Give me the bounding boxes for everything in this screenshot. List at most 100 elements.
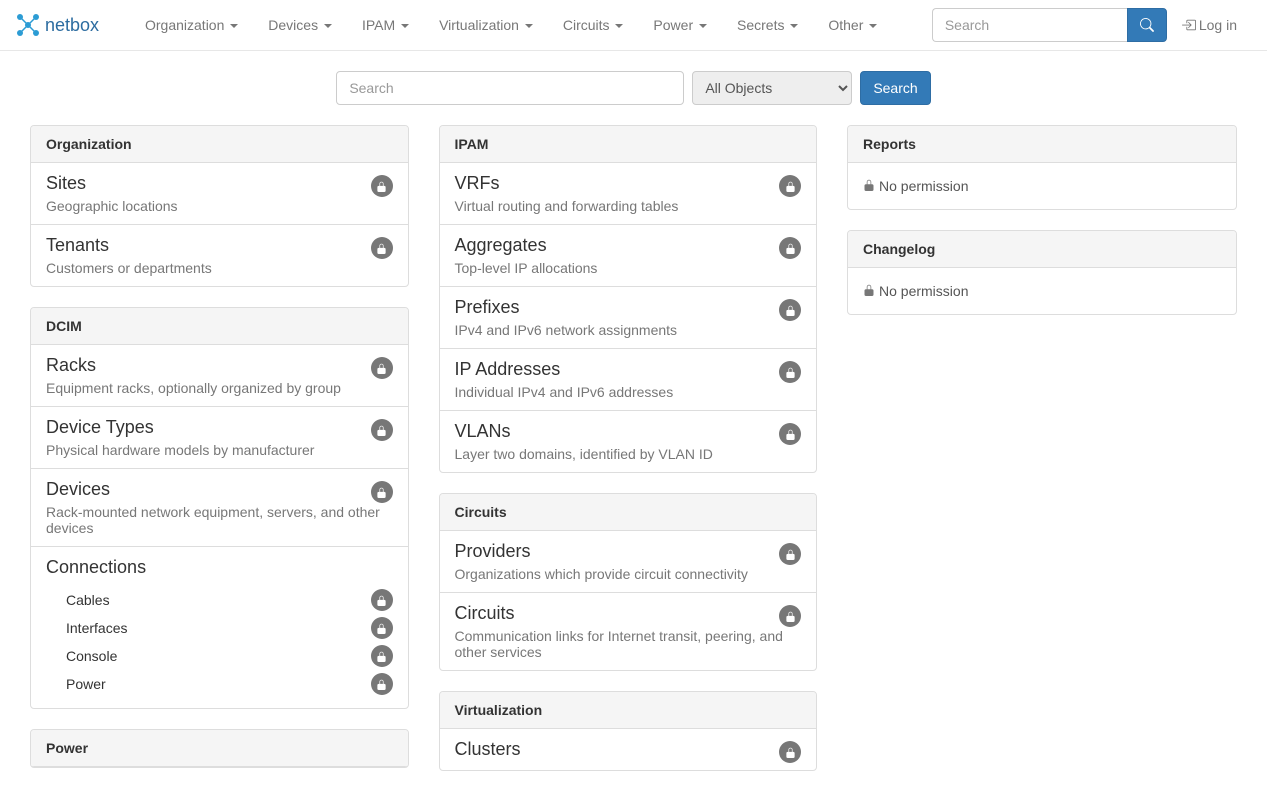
caret-icon [869,24,877,28]
main-search-button[interactable]: Search [860,71,930,105]
list-item[interactable]: Sites Geographic locations [31,163,408,224]
navbar: netbox Organization Devices IPAM Virtual… [0,0,1267,51]
panel-heading: Power [31,730,408,767]
item-desc: Geographic locations [46,198,393,214]
item-desc: Customers or departments [46,260,393,276]
caret-icon [525,24,533,28]
item-desc: IPv4 and IPv6 network assignments [455,322,802,338]
list-item[interactable]: Providers Organizations which provide ci… [440,531,817,592]
list-item[interactable]: Prefixes IPv4 and IPv6 network assignmen… [440,286,817,348]
lock-icon [371,237,393,259]
list-item: Connections Cables Interfaces [31,546,408,708]
caret-icon [401,24,409,28]
item-title: Prefixes [455,297,802,318]
no-permission-text: No permission [879,178,968,194]
caret-icon [699,24,707,28]
list-item[interactable]: Tenants Customers or departments [31,224,408,286]
panel-body: No permission [848,163,1236,209]
item-title: Tenants [46,235,393,256]
lock-icon [779,543,801,565]
object-type-select[interactable]: All Objects [692,71,852,105]
caret-icon [230,24,238,28]
panel-heading: Organization [31,126,408,163]
item-desc: Layer two domains, identified by VLAN ID [455,446,802,462]
nav-secrets[interactable]: Secrets [722,0,813,50]
nav-power[interactable]: Power [638,0,722,50]
panel-virtualization: Virtualization Clusters [439,691,818,771]
item-desc: Top-level IP allocations [455,260,802,276]
nav-other[interactable]: Other [813,0,892,50]
lock-icon [371,673,393,695]
panel-circuits: Circuits Providers Organizations which p… [439,493,818,671]
right-column: Reports No permission Changelog No permi… [847,125,1237,335]
nav-circuits[interactable]: Circuits [548,0,639,50]
item-desc: Organizations which provide circuit conn… [455,566,802,582]
item-title: Providers [455,541,802,562]
nav-search-form [932,8,1167,42]
item-title: Racks [46,355,393,376]
item-desc: Rack-mounted network equipment, servers,… [46,504,393,536]
nav-ipam[interactable]: IPAM [347,0,424,50]
list-item[interactable]: VLANs Layer two domains, identified by V… [440,410,817,472]
caret-icon [324,24,332,28]
login-label: Log in [1199,17,1237,33]
brand-logo[interactable]: netbox [15,0,130,50]
nav-search-input[interactable] [932,8,1127,42]
main-search-input[interactable] [336,71,684,105]
lock-icon [779,423,801,445]
lock-icon [863,178,875,194]
lock-icon [371,589,393,611]
panel-reports: Reports No permission [847,125,1237,210]
caret-icon [615,24,623,28]
lock-icon [371,617,393,639]
list-item[interactable]: Device Types Physical hardware models by… [31,406,408,468]
lock-icon [779,741,801,763]
middle-column: IPAM VRFs Virtual routing and forwarding… [439,125,818,771]
list-item[interactable]: Circuits Communication links for Interne… [440,592,817,670]
nav-organization[interactable]: Organization [130,0,253,50]
main-search-row: All Objects Search [30,51,1237,125]
lock-icon [371,175,393,197]
lock-icon [779,605,801,627]
item-title: IP Addresses [455,359,802,380]
list-item[interactable]: Devices Rack-mounted network equipment, … [31,468,408,546]
list-item[interactable]: VRFs Virtual routing and forwarding tabl… [440,163,817,224]
nav-menu: Organization Devices IPAM Virtualization… [130,0,892,50]
dashboard-columns: Organization Sites Geographic locations … [30,125,1237,788]
list-item[interactable]: Aggregates Top-level IP allocations [440,224,817,286]
list-item[interactable]: Clusters [440,729,817,770]
panel-heading: IPAM [440,126,817,163]
panel-changelog: Changelog No permission [847,230,1237,315]
item-desc: Communication links for Internet transit… [455,628,802,660]
lock-icon [779,361,801,383]
sublist-item[interactable]: Cables [66,586,393,614]
sublist-item[interactable]: Power [66,670,393,698]
svg-text:netbox: netbox [45,15,99,35]
panel-body: No permission [848,268,1236,314]
login-link[interactable]: Log in [1167,2,1252,48]
nav-devices[interactable]: Devices [253,0,347,50]
item-title: Circuits [455,603,802,624]
item-desc: Individual IPv4 and IPv6 addresses [455,384,802,400]
subitem-label: Console [66,648,117,664]
lock-icon [779,299,801,321]
list-item[interactable]: IP Addresses Individual IPv4 and IPv6 ad… [440,348,817,410]
sublist-item[interactable]: Interfaces [66,614,393,642]
panel-heading: DCIM [31,308,408,345]
login-icon [1182,18,1196,32]
nav-virtualization[interactable]: Virtualization [424,0,548,50]
lock-icon [371,481,393,503]
item-title: Clusters [455,739,802,760]
item-title: Connections [46,557,393,578]
panel-heading: Changelog [848,231,1236,268]
panel-power: Power [30,729,409,768]
item-desc: Physical hardware models by manufacturer [46,442,393,458]
item-title: VRFs [455,173,802,194]
nav-search-button[interactable] [1127,8,1167,42]
caret-icon [790,24,798,28]
subitem-label: Interfaces [66,620,127,636]
list-item[interactable]: Racks Equipment racks, optionally organi… [31,345,408,406]
sublist-item[interactable]: Console [66,642,393,670]
panel-dcim: DCIM Racks Equipment racks, optionally o… [30,307,409,709]
panel-heading: Reports [848,126,1236,163]
